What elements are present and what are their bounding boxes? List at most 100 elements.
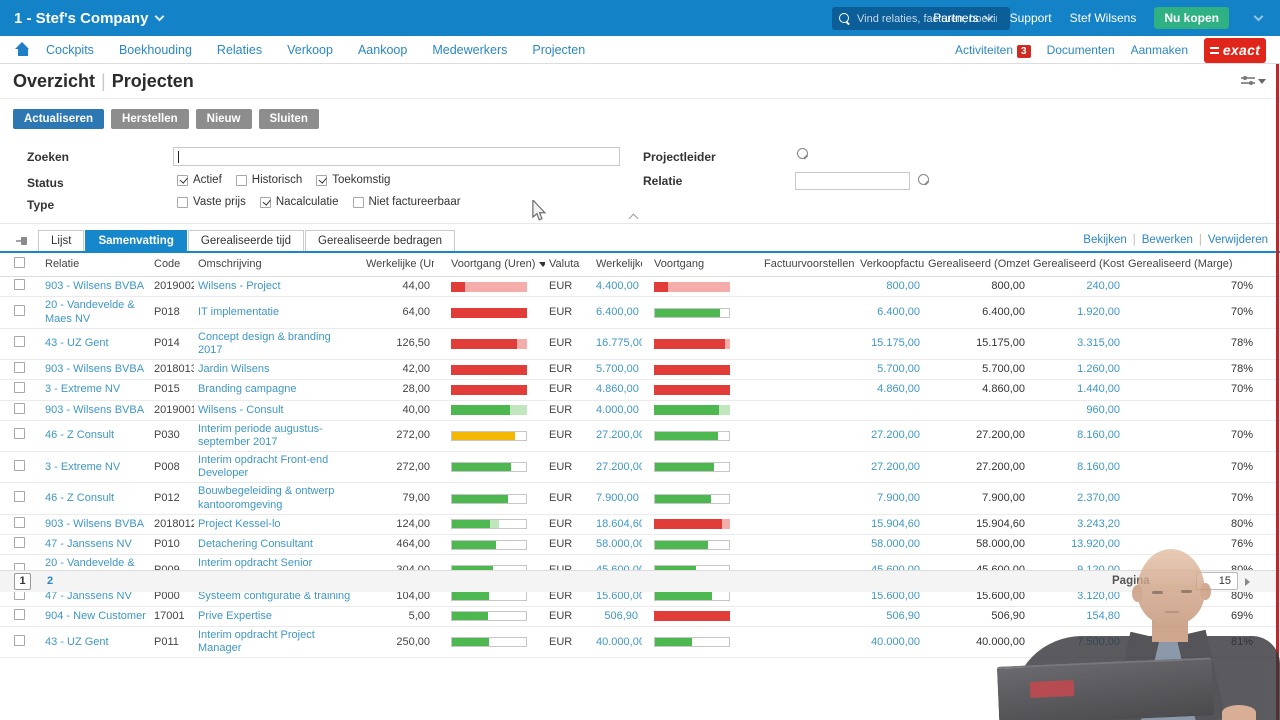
menu-cockpits[interactable]: Cockpits — [46, 43, 94, 57]
table-row[interactable]: 3 - Extreme NV P015 Branding campagne 28… — [0, 379, 1280, 401]
omschrijving-link[interactable]: Interim opdracht Project Manager — [198, 629, 315, 654]
row-checkbox[interactable] — [14, 402, 25, 414]
table-row[interactable]: 903 - Wilsens BVBA 2018013 Jardin Wilsen… — [0, 359, 1280, 381]
relatie-search-icon[interactable] — [917, 173, 932, 188]
table-row[interactable]: 903 - Wilsens BVBA 2018012 Project Kesse… — [0, 514, 1280, 536]
relatie-link[interactable]: 3 - Extreme NV — [45, 383, 120, 395]
checkbox-actief[interactable] — [177, 174, 188, 186]
row-checkbox[interactable] — [14, 634, 25, 646]
topbar-chevron-down-icon[interactable] — [1253, 11, 1264, 22]
collapse-filter-icon[interactable] — [630, 213, 639, 219]
partners-link[interactable]: Partners — [933, 11, 978, 25]
gerealiseerd-kosten-link[interactable]: 2.370,00 — [1077, 492, 1120, 504]
gerealiseerd-kosten-link[interactable]: 8.160,00 — [1077, 461, 1120, 473]
row-checkbox[interactable] — [14, 428, 25, 440]
verkoopfacturen-link[interactable]: 15.175,00 — [871, 337, 920, 349]
select-all-checkbox[interactable] — [14, 257, 25, 268]
checkbox-nacalculatie[interactable] — [259, 196, 271, 208]
col-voortgang-uren[interactable]: Voortgang (Uren) — [434, 253, 545, 278]
table-row[interactable]: 46 - Z Consult P030 Interim periode augu… — [0, 420, 1280, 453]
omschrijving-link[interactable]: IT implementatie — [198, 306, 279, 318]
row-checkbox[interactable] — [14, 608, 25, 620]
buy-now-button[interactable]: Nu kopen — [1154, 7, 1229, 29]
checkbox-niet-factureerbaar[interactable] — [352, 196, 364, 208]
omschrijving-link[interactable]: Wilsens - Consult — [198, 404, 284, 416]
menu-medewerkers[interactable]: Medewerkers — [432, 43, 507, 57]
omschrijving-link[interactable]: Wilsens - Project — [198, 280, 281, 292]
sluiten-button[interactable]: Sluiten — [258, 109, 319, 129]
table-row[interactable]: 903 - Wilsens BVBA 2019001 Wilsens - Con… — [0, 400, 1280, 421]
tab-samenvatting[interactable]: Samenvatting — [85, 230, 187, 251]
bekijken-link[interactable]: Bekijken — [1083, 234, 1126, 246]
actualiseren-button[interactable]: Actualiseren — [13, 109, 105, 129]
bewerken-link[interactable]: Bewerken — [1142, 234, 1193, 246]
table-row[interactable]: 47 - Janssens NV P010 Detachering Consul… — [0, 534, 1280, 556]
table-row[interactable]: 43 - UZ Gent P014 Concept design & brand… — [0, 328, 1280, 361]
table-row[interactable]: 903 - Wilsens BVBA 2019002 Wilsens - Pro… — [0, 276, 1280, 298]
activiteiten-link[interactable]: Activiteiten 3 — [955, 43, 1031, 58]
nieuw-button[interactable]: Nieuw — [195, 109, 252, 129]
relatie-link[interactable]: 43 - UZ Gent — [45, 636, 109, 648]
col-werkelijke[interactable]: Werkelijke — [592, 253, 642, 278]
col-werkelijke-uren[interactable]: Werkelijke (Uren) — [362, 253, 434, 278]
verkoopfacturen-link[interactable]: 7.900,00 — [877, 492, 920, 504]
herstellen-button[interactable]: Herstellen — [111, 109, 189, 129]
gerealiseerd-kosten-link[interactable]: 1.440,00 — [1077, 383, 1120, 395]
col-gerealiseerd-kosten[interactable]: Gerealiseerd (Kosten) — [1029, 253, 1124, 278]
next-page-icon[interactable] — [1245, 578, 1250, 586]
page-2-link[interactable]: 2 — [47, 575, 53, 587]
home-icon[interactable] — [15, 42, 30, 56]
menu-verkoop[interactable]: Verkoop — [287, 43, 333, 57]
relatie-link[interactable]: 43 - UZ Gent — [45, 337, 109, 349]
row-checkbox[interactable] — [14, 516, 25, 528]
row-checkbox[interactable] — [14, 336, 25, 348]
row-checkbox[interactable] — [14, 537, 25, 548]
omschrijving-link[interactable]: Interim opdracht Front-end Developer — [198, 454, 328, 479]
verkoopfacturen-link[interactable]: 6.400,00 — [877, 306, 920, 318]
col-verkoopfacturen[interactable]: Verkoopfacturen — [856, 253, 924, 278]
col-factuurvoorstellen[interactable]: Factuurvoorstellen — [760, 253, 856, 278]
verkoopfacturen-link[interactable]: 40.000,00 — [871, 636, 920, 648]
table-row[interactable]: 3 - Extreme NV P008 Interim opdracht Fro… — [0, 451, 1280, 484]
relatie-link[interactable]: 47 - Janssens NV — [45, 538, 132, 550]
gerealiseerd-kosten-link[interactable]: 1.920,00 — [1077, 306, 1120, 318]
verkoopfacturen-link[interactable]: 58.000,00 — [871, 538, 920, 550]
col-gerealiseerd-marge[interactable]: Gerealiseerd (Marge) — [1124, 253, 1257, 278]
tab-gerealiseerde-tijd[interactable]: Gerealiseerde tijd — [187, 230, 305, 251]
gerealiseerd-kosten-link[interactable]: 8.160,00 — [1077, 429, 1120, 441]
gerealiseerd-kosten-link[interactable]: 1.260,00 — [1077, 363, 1120, 375]
gerealiseerd-kosten-link[interactable]: 240,00 — [1086, 280, 1120, 292]
omschrijving-link[interactable]: Prive Expertise — [198, 610, 272, 622]
customize-view-button[interactable] — [1241, 75, 1266, 87]
page-1-current[interactable]: 1 — [14, 573, 31, 590]
verkoopfacturen-link[interactable]: 800,00 — [886, 280, 920, 292]
documenten-link[interactable]: Documenten — [1047, 43, 1115, 57]
tab-lijst[interactable]: Lijst — [38, 230, 85, 251]
relatie-link[interactable]: 904 - New Customer — [45, 610, 146, 622]
partners-chevron-down-icon[interactable] — [983, 11, 994, 22]
row-checkbox[interactable] — [14, 459, 25, 471]
relatie-link[interactable]: 903 - Wilsens BVBA — [45, 404, 144, 416]
relatie-link[interactable]: 46 - Z Consult — [45, 429, 114, 441]
user-menu[interactable]: Stef Wilsens — [1070, 11, 1137, 25]
relatie-link[interactable]: 903 - Wilsens BVBA — [45, 518, 144, 530]
omschrijving-link[interactable]: Jardin Wilsens — [198, 363, 270, 375]
checkbox-vaste-prijs[interactable] — [177, 196, 188, 208]
company-selector[interactable]: 1 - Stef's Company — [14, 10, 148, 27]
col-relatie[interactable]: Relatie — [41, 253, 150, 278]
verkoopfacturen-link[interactable]: 27.200,00 — [871, 429, 920, 441]
col-omschrijving[interactable]: Omschrijving — [194, 253, 362, 278]
gerealiseerd-kosten-link[interactable]: 154,80 — [1086, 610, 1120, 622]
col-valuta[interactable]: Valuta — [545, 253, 592, 278]
page-size-input[interactable]: 15 — [1196, 572, 1238, 590]
omschrijving-link[interactable]: Bouwbegeleiding & ontwerp kantooromgevin… — [198, 485, 334, 510]
checkbox-historisch[interactable] — [235, 174, 247, 186]
omschrijving-link[interactable]: Detachering Consultant — [198, 538, 313, 550]
verwijderen-link[interactable]: Verwijderen — [1208, 234, 1268, 246]
gerealiseerd-kosten-link[interactable]: 3.243,20 — [1077, 518, 1120, 530]
table-row[interactable]: 43 - UZ Gent P011 Interim opdracht Proje… — [0, 626, 1280, 659]
verkoopfacturen-link[interactable]: 15.904,60 — [871, 518, 920, 530]
verkoopfacturen-link[interactable]: 506,90 — [886, 610, 920, 622]
menu-projecten[interactable]: Projecten — [532, 43, 585, 57]
relatie-input[interactable] — [795, 172, 910, 190]
